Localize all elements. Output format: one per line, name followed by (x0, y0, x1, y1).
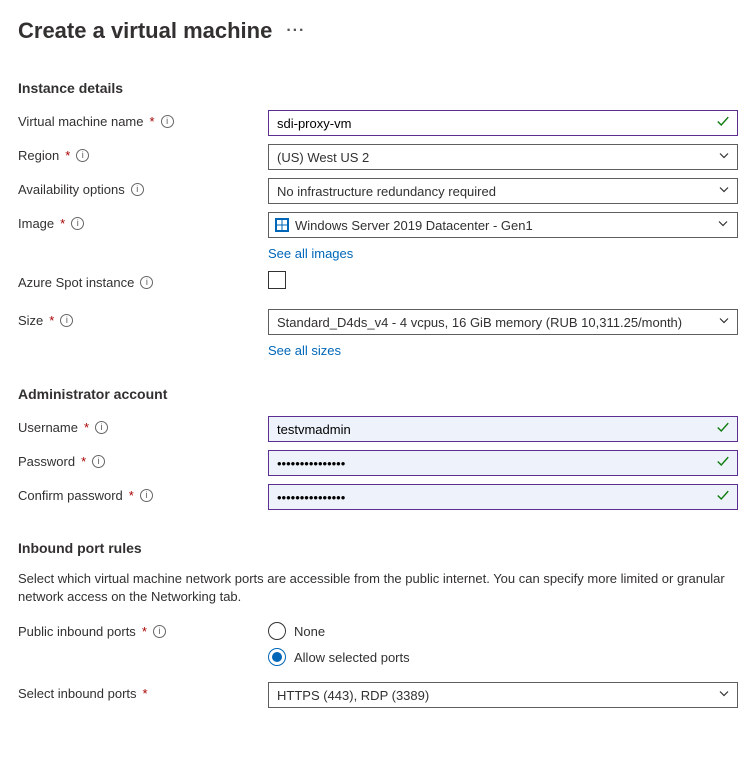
info-icon[interactable]: i (60, 314, 73, 327)
info-icon[interactable]: i (95, 421, 108, 434)
label-image: Image * i (18, 212, 268, 231)
info-icon[interactable]: i (140, 489, 153, 502)
availability-select[interactable]: No infrastructure redundancy required (268, 178, 738, 204)
label-spot: Azure Spot instance i (18, 271, 268, 290)
see-all-images-link[interactable]: See all images (268, 246, 738, 261)
required-asterisk: * (81, 454, 86, 469)
label-select-ports: Select inbound ports * (18, 682, 268, 701)
required-asterisk: * (143, 686, 148, 701)
see-all-sizes-link[interactable]: See all sizes (268, 343, 738, 358)
info-icon[interactable]: i (131, 183, 144, 196)
radio-icon (268, 648, 286, 666)
required-asterisk: * (65, 148, 70, 163)
info-icon[interactable]: i (76, 149, 89, 162)
required-asterisk: * (84, 420, 89, 435)
region-select[interactable]: (US) West US 2 (268, 144, 738, 170)
label-size: Size * i (18, 309, 268, 328)
label-region: Region * i (18, 144, 268, 163)
heading-admin: Administrator account (18, 386, 738, 402)
heading-instance: Instance details (18, 80, 738, 96)
password-input[interactable] (268, 450, 738, 476)
required-asterisk: * (142, 624, 147, 639)
radio-icon (268, 622, 286, 640)
more-actions-icon[interactable]: ··· (286, 22, 305, 40)
heading-ports: Inbound port rules (18, 540, 738, 556)
info-icon[interactable]: i (71, 217, 84, 230)
page-title: Create a virtual machine ··· (18, 18, 738, 44)
label-confirm-password: Confirm password * i (18, 484, 268, 503)
label-username: Username * i (18, 416, 268, 435)
required-asterisk: * (49, 313, 54, 328)
label-vm-name: Virtual machine name * i (18, 110, 268, 129)
public-ports-radio-group: None Allow selected ports (268, 620, 738, 666)
radio-none[interactable]: None (268, 622, 738, 640)
info-icon[interactable]: i (92, 455, 105, 468)
info-icon[interactable]: i (153, 625, 166, 638)
windows-icon (275, 218, 289, 232)
required-asterisk: * (60, 216, 65, 231)
label-public-ports: Public inbound ports * i (18, 620, 268, 639)
section-admin-account: Administrator account Username * i Passw… (18, 386, 738, 512)
required-asterisk: * (129, 488, 134, 503)
vm-name-input[interactable] (268, 110, 738, 136)
size-select[interactable]: Standard_D4ds_v4 - 4 vcpus, 16 GiB memor… (268, 309, 738, 335)
page-title-text: Create a virtual machine (18, 18, 272, 44)
chevron-down-icon (717, 218, 729, 233)
ports-description: Select which virtual machine network por… (18, 570, 738, 606)
label-availability: Availability options i (18, 178, 268, 197)
section-inbound-ports: Inbound port rules Select which virtual … (18, 540, 738, 710)
image-select[interactable]: Windows Server 2019 Datacenter - Gen1 (268, 212, 738, 238)
section-instance-details: Instance details Virtual machine name * … (18, 80, 738, 358)
info-icon[interactable]: i (140, 276, 153, 289)
info-icon[interactable]: i (161, 115, 174, 128)
confirm-password-input[interactable] (268, 484, 738, 510)
spot-instance-checkbox[interactable] (268, 271, 286, 289)
label-password: Password * i (18, 450, 268, 469)
required-asterisk: * (150, 114, 155, 129)
radio-allow-selected[interactable]: Allow selected ports (268, 648, 738, 666)
username-input[interactable] (268, 416, 738, 442)
inbound-ports-select[interactable]: HTTPS (443), RDP (3389) (268, 682, 738, 708)
